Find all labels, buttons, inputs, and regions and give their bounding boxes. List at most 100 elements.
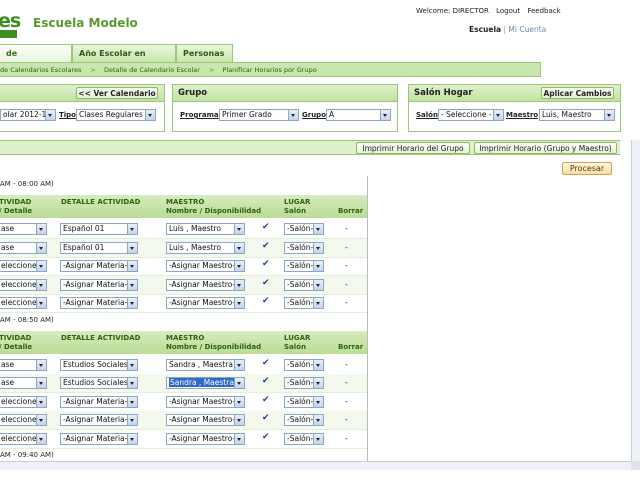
chevron-down-icon	[313, 433, 323, 444]
salon-select[interactable]: -Salón-	[284, 377, 324, 389]
borrar-dash[interactable]: -	[345, 261, 348, 270]
borrar-dash[interactable]: -	[345, 415, 348, 424]
maestro-select[interactable]: Luis , Maestro	[166, 241, 245, 254]
aplicar-cambios-button[interactable]: Aplicar Cambios	[541, 87, 614, 99]
header-lugar-line: LUGAR	[284, 333, 311, 342]
account-separator: |	[503, 25, 507, 34]
actividad-select[interactable]: ase	[0, 377, 47, 389]
borrar-dash[interactable]: -	[345, 280, 348, 289]
salon-select[interactable]: -Salón-	[284, 358, 324, 371]
salon-select[interactable]: -Salón-	[284, 414, 324, 426]
table-row: eleccione- -Asignar Materia- -Asignar Maes…	[0, 393, 367, 412]
salon-select[interactable]: -Salón-	[284, 432, 324, 445]
chevron-down-icon	[234, 415, 244, 425]
tab-planificacion[interactable]: de Planificación	[0, 44, 72, 76]
tab-ano-escolar[interactable]: Año Escolar en Curso	[72, 44, 176, 76]
schedule-table: AM - 08:00 AM) TIVIDAD / Detalle DETALLE AC…	[0, 176, 368, 461]
actividad-select[interactable]: eleccione-	[0, 297, 47, 309]
borrar-dash[interactable]: -	[345, 224, 348, 233]
breadcrumb-item[interactable]: de Calendarios Escolares	[0, 66, 81, 74]
actividad-select[interactable]: ase	[0, 358, 47, 371]
ver-calendario-button[interactable]: << Ver Calendario	[76, 87, 158, 99]
salon-select[interactable]: -Salón-	[284, 260, 324, 272]
borrar-dash[interactable]: -	[345, 397, 348, 406]
logout-link[interactable]: Logout	[496, 7, 520, 15]
procesar-button[interactable]: Procesar	[562, 162, 612, 175]
chevron-down-icon	[234, 433, 244, 444]
salon-select[interactable]: - Seleccione -	[438, 109, 504, 121]
detalle-select[interactable]: Español 01	[60, 241, 138, 254]
mi-cuenta-link[interactable]: Mi Cuenta	[508, 25, 546, 34]
availability-check-icon: ✔	[262, 357, 270, 368]
actividad-select[interactable]: eleccione-	[0, 432, 47, 445]
chevron-down-icon	[36, 298, 46, 308]
maestro-select[interactable]: -Asignar Maestro-	[166, 278, 245, 291]
detalle-select[interactable]: -Asignar Materia-	[60, 278, 138, 291]
actividad-select[interactable]: eleccione-	[0, 414, 47, 426]
borrar-dash[interactable]: -	[345, 298, 348, 307]
detalle-select[interactable]: Estudios Sociales 01	[60, 377, 138, 389]
borrar-dash[interactable]: -	[345, 360, 348, 369]
tab-personas[interactable]: Personas	[176, 44, 233, 62]
detalle-select[interactable]: -Asignar Materia-	[60, 414, 138, 426]
maestro-select[interactable]: -Asignar Maestro-	[166, 395, 245, 408]
breadcrumb-item[interactable]: Detalle de Calendario Escolar	[104, 66, 200, 74]
salon-select[interactable]: -Salón-	[284, 395, 324, 408]
logo-text: es	[0, 10, 21, 32]
table-row: ase Estudios Sociales 01 Sandra , Maestra ✔…	[0, 374, 367, 393]
maestro-select[interactable]: Luis, Maestro	[539, 109, 615, 121]
tipo-select[interactable]: Clases Regulares	[76, 109, 156, 121]
maestro-select[interactable]: -Asignar Maestro-	[166, 297, 245, 309]
salon-select[interactable]: -Salón-	[284, 278, 324, 291]
table-header: TIVIDAD / Detalle DETALLE ACTIVIDAD MAESTRO…	[0, 195, 367, 218]
feedback-link[interactable]: Feedback	[527, 7, 560, 15]
detalle-select[interactable]: -Asignar Materia-	[60, 297, 138, 309]
salon-select[interactable]: -Salón-	[284, 241, 324, 254]
salon-select[interactable]: -Salón-	[284, 297, 324, 309]
maestro-select[interactable]: -Asignar Maestro-	[166, 414, 245, 426]
print-group-teacher-button[interactable]: Imprimir Horario (Grupo y Maestro)	[474, 142, 617, 154]
borrar-dash[interactable]: -	[345, 378, 348, 387]
actividad-select[interactable]: eleccione-	[0, 395, 47, 408]
chevron-down-icon	[313, 279, 323, 290]
availability-check-icon: ✔	[262, 376, 270, 386]
header-detalle-line: DETALLE ACTIVIDAD	[61, 333, 141, 342]
maestro-select[interactable]: Sandra , Maestra	[166, 377, 245, 389]
grupo-panel: Grupo Programa Primer Grado Grupo A	[172, 84, 398, 132]
detalle-select[interactable]: -Asignar Materia-	[60, 432, 138, 445]
maestro-select[interactable]: Sandra , Maestra	[166, 358, 245, 371]
salon-select[interactable]: -Salón-	[284, 223, 324, 235]
chevron-down-icon	[36, 224, 46, 234]
chevron-down-icon	[36, 396, 46, 407]
maestro-select[interactable]: -Asignar Maestro-	[166, 260, 245, 272]
detalle-select[interactable]: Español 01	[60, 223, 138, 235]
detalle-select[interactable]: -Asignar Materia-	[60, 260, 138, 272]
programa-select[interactable]: Primer Grado	[219, 109, 299, 121]
actividad-select[interactable]: ase	[0, 223, 47, 235]
chevron-down-icon	[234, 242, 244, 253]
horizontal-scrollbar[interactable]	[0, 461, 631, 470]
borrar-dash[interactable]: -	[345, 434, 348, 443]
actividad-select[interactable]: eleccione-	[0, 260, 47, 272]
maestro-select[interactable]: -Asignar Maestro-	[166, 432, 245, 445]
maestro-select[interactable]: Luis , Maestro	[166, 223, 245, 235]
grupo-select[interactable]: A	[326, 109, 391, 121]
borrar-dash[interactable]: -	[345, 243, 348, 252]
chevron-down-icon	[127, 298, 137, 308]
header-actividad: TIVIDAD / Detalle	[0, 334, 32, 352]
chevron-down-icon	[234, 359, 244, 370]
detalle-select[interactable]: -Asignar Materia-	[60, 395, 138, 408]
print-group-button[interactable]: Imprimir Horario del Grupo	[356, 142, 470, 154]
vertical-scrollbar[interactable]	[631, 140, 640, 461]
calendar-panel-header: << Ver Calendario	[0, 85, 164, 102]
chevron-down-icon	[604, 110, 614, 120]
calendar-select[interactable]: olar 2012-13	[0, 109, 56, 121]
escuela-link[interactable]: Escuela	[469, 25, 501, 34]
detalle-select[interactable]: Estudios Sociales 01	[60, 358, 138, 371]
table-row: eleccione- -Asignar Materia- -Asignar Maes…	[0, 430, 367, 449]
salon-label: Salón	[416, 111, 438, 119]
header-borrar: Borrar	[338, 207, 363, 216]
actividad-select[interactable]: ase	[0, 241, 47, 254]
header-lugar: LUGAR Salón	[284, 334, 310, 352]
actividad-select[interactable]: eleccione-	[0, 278, 47, 291]
